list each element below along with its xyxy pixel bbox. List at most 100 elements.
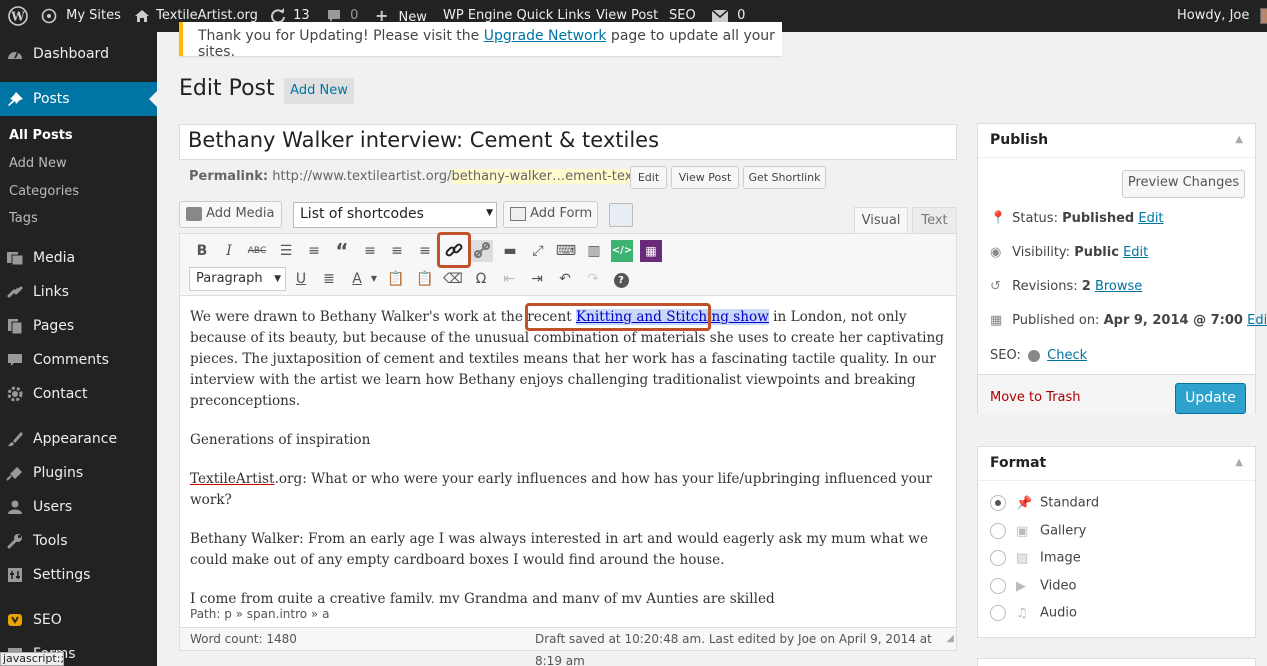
tab-text[interactable]: Text <box>912 207 957 233</box>
messages-count: 0 <box>737 8 746 23</box>
unlink-icon[interactable] <box>471 240 493 262</box>
outdent-icon[interactable]: ⇤ <box>498 268 520 290</box>
submenu-categories[interactable]: Categories <box>9 184 79 199</box>
shortcodes-select[interactable]: List of shortcodes ▼ <box>293 202 497 228</box>
paragraph: I come from quite a creative family, my … <box>190 591 775 603</box>
format-option-standard[interactable]: 📌 Standard <box>990 495 1099 511</box>
clear-formatting-icon[interactable]: ⌫ <box>442 268 464 290</box>
get-shortlink-button[interactable]: Get Shortlink <box>743 166 826 189</box>
paste-word-icon[interactable]: 📋 <box>414 268 436 290</box>
link-text-highlight <box>525 303 711 331</box>
table-icon[interactable] <box>609 203 633 227</box>
radio-button[interactable] <box>990 550 1006 566</box>
collapse-arrow-icon[interactable]: ▲ <box>1235 457 1243 468</box>
my-sites-menu[interactable]: My Sites <box>40 0 121 32</box>
format-title: Format <box>990 455 1047 471</box>
undo-icon[interactable]: ↶ <box>554 268 576 290</box>
justify-icon[interactable]: ≣ <box>318 268 340 290</box>
next-box <box>977 658 1256 666</box>
edit-visibility-link[interactable]: Edit <box>1123 245 1148 260</box>
underline-icon[interactable]: U <box>290 268 312 290</box>
move-to-trash-link[interactable]: Move to Trash <box>990 390 1081 405</box>
plug-icon <box>6 467 22 481</box>
sidebar-item-comments[interactable]: Comments <box>0 343 157 377</box>
permalink-slug[interactable]: bethany-walker…ement-textiles <box>451 169 660 184</box>
add-new-button[interactable]: Add New <box>284 78 354 104</box>
pin-icon: 📌 <box>1016 495 1033 511</box>
howdy-label: Howdy, Joe <box>1177 8 1250 23</box>
redo-icon[interactable]: ↷ <box>582 268 604 290</box>
keyboard-icon[interactable]: ⌨ <box>555 240 577 262</box>
submenu-tags[interactable]: Tags <box>9 211 38 226</box>
account-menu[interactable]: Howdy, Joe <box>1177 0 1267 32</box>
preview-changes-button[interactable]: Preview Changes <box>1122 170 1245 198</box>
bullet-list-icon[interactable]: ☰ <box>275 240 297 262</box>
blockquote-icon[interactable]: “ <box>331 240 353 262</box>
sidebar-item-pages[interactable]: Pages <box>0 309 157 343</box>
upgrade-network-link[interactable]: Upgrade Network <box>484 28 607 44</box>
tab-visual[interactable]: Visual <box>854 207 908 233</box>
align-right-icon[interactable]: ≡ <box>414 240 436 262</box>
radio-button[interactable] <box>990 523 1006 539</box>
code-embed-icon[interactable]: </> <box>611 240 633 262</box>
radio-button[interactable] <box>990 605 1006 621</box>
update-button[interactable]: Update <box>1175 383 1246 414</box>
paragraph-format-select[interactable]: Paragraph ▼ <box>189 267 286 291</box>
submenu-all-posts[interactable]: All Posts <box>9 128 73 143</box>
more-tag-icon[interactable]: ▬ <box>499 240 521 262</box>
seo-check-link[interactable]: Check <box>1047 348 1087 363</box>
sidebar-item-contact[interactable]: Contact <box>0 377 157 411</box>
sidebar-item-users[interactable]: Users <box>0 490 157 524</box>
media-icon <box>7 252 24 266</box>
sidebar-item-tools[interactable]: Tools <box>0 524 157 558</box>
format-option-gallery[interactable]: ▣ Gallery <box>990 523 1086 539</box>
radio-button[interactable] <box>990 495 1006 511</box>
text-color-dropdown-icon[interactable]: ▼ <box>363 268 385 290</box>
format-option-video[interactable]: ▶ Video <box>990 578 1076 594</box>
browse-revisions-link[interactable]: Browse <box>1095 279 1142 294</box>
help-icon[interactable]: ? <box>610 268 632 290</box>
sidebar-item-dashboard[interactable]: Dashboard <box>0 37 157 71</box>
align-left-icon[interactable]: ≡ <box>359 240 381 262</box>
grid-plugin-icon[interactable]: ▦ <box>640 240 662 262</box>
edit-status-link[interactable]: Edit <box>1138 211 1163 226</box>
image-icon: ▨ <box>1016 550 1029 566</box>
post-title-input[interactable]: Bethany Walker interview: Cement & texti… <box>179 124 957 160</box>
submenu-add-new[interactable]: Add New <box>9 156 67 171</box>
publish-box-header[interactable]: Publish ▲ <box>978 124 1255 158</box>
columns-icon[interactable]: ▥ <box>583 240 605 262</box>
align-center-icon[interactable]: ≡ <box>386 240 408 262</box>
wordpress-logo-icon[interactable]: W <box>8 0 28 32</box>
indent-icon[interactable]: ⇥ <box>526 268 548 290</box>
radio-button[interactable] <box>990 578 1006 594</box>
chevron-down-icon: ▼ <box>486 208 493 218</box>
italic-icon[interactable]: I <box>218 240 240 262</box>
sidebar-item-label: Media <box>33 250 76 266</box>
format-option-audio[interactable]: ♫ Audio <box>990 605 1077 621</box>
format-box-header[interactable]: Format ▲ <box>978 447 1255 481</box>
collapse-arrow-icon[interactable]: ▲ <box>1235 134 1243 145</box>
revisions-label: Revisions: <box>1012 279 1078 294</box>
sidebar-item-seo[interactable]: SEO <box>0 603 157 637</box>
bold-icon[interactable]: B <box>191 240 213 262</box>
sidebar-item-posts[interactable]: Posts <box>0 82 157 116</box>
sidebar-item-plugins[interactable]: Plugins <box>0 456 157 490</box>
resize-handle-icon[interactable]: ◢ <box>946 628 954 650</box>
strikethrough-icon[interactable]: ABC <box>246 240 268 262</box>
format-option-image[interactable]: ▨ Image <box>990 550 1081 566</box>
special-character-icon[interactable]: Ω <box>470 268 492 290</box>
sidebar-item-settings[interactable]: Settings <box>0 558 157 592</box>
paste-text-icon[interactable]: 📋 <box>385 268 407 290</box>
numbered-list-icon[interactable]: ≡ <box>303 240 325 262</box>
sidebar-item-media[interactable]: Media <box>0 241 157 275</box>
fullscreen-icon[interactable]: ⤢ <box>527 240 549 262</box>
edit-date-link[interactable]: Edit <box>1247 313 1267 328</box>
editor-statusbar: Word count: 1480 Draft saved at 10:20:48… <box>180 627 956 666</box>
view-post-button[interactable]: View Post <box>671 166 739 189</box>
add-form-button[interactable]: Add Form <box>503 201 598 228</box>
add-media-button[interactable]: Add Media <box>179 201 282 228</box>
sidebar-item-appearance[interactable]: Appearance <box>0 422 157 456</box>
sidebar-item-links[interactable]: Links <box>0 275 157 309</box>
edit-permalink-button[interactable]: Edit <box>630 166 667 189</box>
editor-content[interactable]: We were drawn to Bethany Walker's work a… <box>180 297 956 603</box>
